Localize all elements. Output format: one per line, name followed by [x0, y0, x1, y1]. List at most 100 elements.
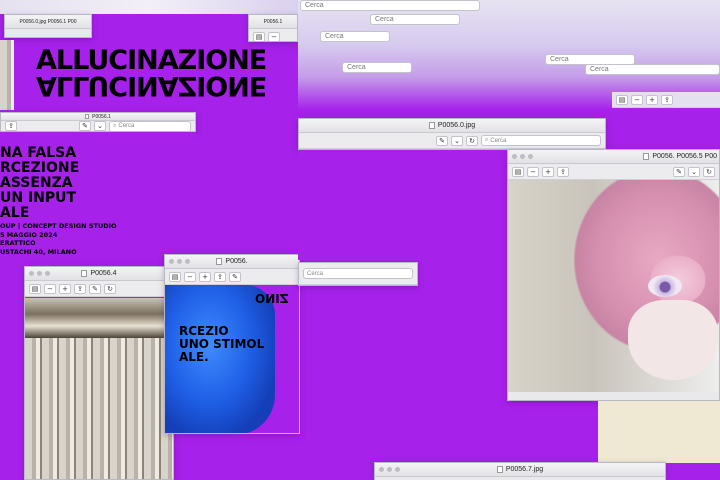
share-icon[interactable]: ⇪	[557, 166, 569, 177]
window-toolbar: ▤ − + ⇪ ✎ ⌄ ↻	[508, 164, 719, 180]
glitch-photo-drips	[25, 338, 173, 479]
poster-line: ALE	[0, 205, 30, 221]
search-placeholder: Cerca	[347, 64, 366, 71]
pen-icon[interactable]: ✎	[79, 121, 91, 131]
search-input[interactable]: Cerca	[303, 268, 413, 279]
file-icon	[81, 270, 88, 277]
search-placeholder: Cerca	[375, 16, 394, 23]
info-line: 5 MAGGIO 2024	[0, 230, 58, 239]
window-titlebar: P0056.4	[25, 267, 173, 281]
close-icon[interactable]	[29, 271, 34, 276]
fragment-line: ALE.	[179, 350, 209, 364]
window-titlebar: P0056.0.jpg P0056.1 P00	[5, 15, 91, 29]
search-input[interactable]: Cerca	[320, 31, 390, 42]
window-title: P0056.4	[90, 270, 117, 277]
pen-icon[interactable]: ✎	[229, 271, 241, 282]
zoom-out-icon[interactable]: −	[44, 283, 56, 294]
poster-fragment: RCEZIO UNO STIMOL ALE.	[179, 325, 264, 364]
sidebar-icon[interactable]: ▤	[169, 271, 181, 282]
traffic-lights	[512, 154, 533, 159]
file-icon	[428, 122, 435, 129]
beige-photo-fragment	[598, 401, 720, 463]
chevron-down-icon[interactable]: ⌄	[94, 121, 106, 131]
top-left-glitch-strip	[0, 0, 300, 14]
search-input[interactable]: Cerca	[585, 64, 720, 75]
info-line: USTACHI 40, MILANO	[0, 247, 77, 256]
share-icon[interactable]: ⇪	[661, 94, 673, 105]
close-icon[interactable]	[512, 154, 517, 159]
zoom-out-icon[interactable]: −	[184, 271, 196, 282]
zoom-out-icon[interactable]: −	[268, 31, 280, 41]
rotate-icon[interactable]: ↻	[466, 135, 478, 146]
zoom-in-icon[interactable]: +	[59, 283, 71, 294]
poster-line: NA FALSA	[0, 145, 77, 161]
close-icon[interactable]	[379, 467, 384, 472]
zoom-in-icon[interactable]: +	[542, 166, 554, 177]
chevron-down-icon[interactable]: ⌄	[688, 166, 700, 177]
glitch-photo	[25, 298, 173, 338]
zoom-icon[interactable]	[528, 154, 533, 159]
sidebar-icon[interactable]: ▤	[616, 94, 628, 105]
window-a[interactable]: P0056.0.jpg ✎ ⌄ ↻ ⌕ Cerca	[298, 118, 606, 150]
zoom-out-icon[interactable]: −	[631, 94, 643, 105]
zoom-icon[interactable]	[395, 467, 400, 472]
glitch-toolbar: ▤ − + ⇪	[612, 92, 720, 108]
window-titlebar: P0056.1	[249, 15, 297, 29]
sidebar-icon[interactable]: ▤	[512, 166, 524, 177]
window-left-preview[interactable]: P0056.1 ⇪ ✎ ⌄ ⌕ Cerca	[0, 112, 196, 132]
minimize-icon[interactable]	[520, 154, 525, 159]
window-titlebar: P0056.0.jpg	[299, 119, 605, 133]
window-title: P0056.	[225, 258, 248, 265]
anime-figure-photo	[508, 180, 719, 392]
window-titlebar: P0056.1	[1, 113, 195, 121]
search-input[interactable]: ⌕ Cerca	[481, 135, 601, 146]
rotate-icon[interactable]: ↻	[104, 283, 116, 294]
poster-line: RCEZIONE	[0, 160, 80, 176]
window-title: P0056.1	[263, 18, 283, 25]
pen-icon[interactable]: ✎	[89, 283, 101, 294]
window-strip-top-left[interactable]: P0056.0.jpg P0056.1 P00	[4, 14, 92, 38]
minimize-icon[interactable]	[387, 467, 392, 472]
sidebar-icon[interactable]: ▤	[29, 283, 41, 294]
share-icon[interactable]: ⇪	[214, 271, 226, 282]
rotate-icon[interactable]: ↻	[703, 166, 715, 177]
pen-icon[interactable]: ✎	[436, 135, 448, 146]
window-title: P0056.0.jpg P0056.1 P00	[19, 18, 77, 25]
window-middle-search[interactable]: Cerca	[298, 262, 418, 286]
window-titlebar: P0056.	[165, 255, 299, 269]
file-icon	[496, 466, 503, 473]
window-toolbar: ▤ −	[249, 29, 297, 41]
chevron-down-icon[interactable]: ⌄	[451, 135, 463, 146]
window-toolbar: Cerca	[299, 263, 417, 285]
share-icon[interactable]: ⇪	[74, 283, 86, 294]
anime-face	[628, 300, 718, 380]
poster-title-mirrored: ALLUCINAZIONE	[36, 70, 267, 101]
share-icon[interactable]: ⇪	[5, 121, 17, 131]
window-b[interactable]: P0056.1 ▤ −	[248, 14, 298, 42]
window-c[interactable]: P0056.4 ▤ − + ⇪ ✎ ↻	[24, 266, 174, 480]
minimize-icon[interactable]	[177, 259, 182, 264]
search-input[interactable]: Cerca	[300, 0, 480, 11]
traffic-lights	[169, 259, 190, 264]
minimize-icon[interactable]	[37, 271, 42, 276]
close-icon[interactable]	[169, 259, 174, 264]
poster-line: UN INPUT	[0, 190, 77, 206]
search-input[interactable]: ⌕ Cerca	[109, 120, 191, 131]
window-d[interactable]: P0056. ▤ − + ⇪ ✎ RCEZIO UNO STIMOL ALE. …	[164, 254, 300, 434]
sidebar-icon[interactable]: ▤	[253, 31, 265, 41]
magnifier-icon: ⌕	[485, 137, 489, 143]
zoom-icon[interactable]	[45, 271, 50, 276]
search-input[interactable]: Cerca	[342, 62, 412, 73]
file-icon	[216, 258, 223, 265]
pen-icon[interactable]: ✎	[673, 166, 685, 177]
zoom-icon[interactable]	[185, 259, 190, 264]
zoom-out-icon[interactable]: −	[527, 166, 539, 177]
zoom-in-icon[interactable]: +	[646, 94, 658, 105]
search-input[interactable]: Cerca	[370, 14, 460, 25]
window-e[interactable]: P0056. P0056.5 P00 ▤ − + ⇪ ✎ ⌄ ↻	[507, 149, 720, 401]
zoom-in-icon[interactable]: +	[199, 271, 211, 282]
traffic-lights	[379, 467, 400, 472]
purple-panel	[298, 150, 508, 260]
window-f[interactable]: P0056.7.jpg	[374, 462, 666, 480]
window-title: P0056.7.jpg	[505, 466, 544, 473]
